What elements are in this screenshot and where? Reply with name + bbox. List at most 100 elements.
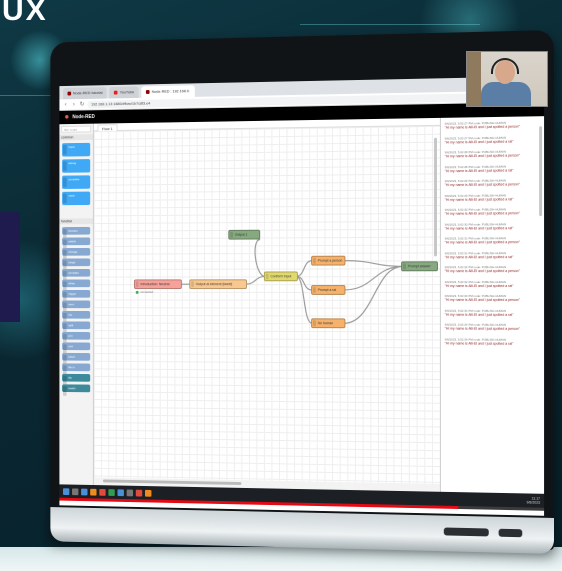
app-icon[interactable] (126, 489, 134, 496)
app-icon[interactable] (144, 489, 152, 497)
debug-message-text: "Hi my name is Alli-El and I just spotte… (444, 167, 514, 173)
debug-message[interactable]: 9/6/2023, 5:02:32 PM node: PUBLISH-HUMAN… (445, 280, 540, 289)
bg-circuit-line (300, 24, 480, 25)
flow-node-route-none[interactable]: No human (311, 318, 346, 329)
palette-node[interactable]: watch (62, 384, 91, 393)
debug-message-text: "Hi my name is Alli-El and I just spotte… (444, 326, 520, 331)
palette-node[interactable]: range (62, 258, 91, 267)
debug-message-text: "Hi my name is Alli-El and I just spotte… (444, 139, 514, 145)
palette-section-common[interactable]: common (59, 134, 93, 141)
palette-node[interactable]: split (62, 321, 91, 330)
palette-node[interactable]: switch (62, 237, 91, 246)
favicon-icon (67, 91, 72, 96)
flow-workspace[interactable]: Introduction: Neutral connected Output 1… (93, 125, 440, 484)
sidebar-scrollbar[interactable] (539, 126, 543, 217)
palette-node[interactable]: rbe (62, 310, 91, 319)
flow-node-debug[interactable]: Prompt answer (401, 261, 438, 272)
debug-message[interactable]: 9/6/2023, 5:02:28 PM node: PUBLISH-HUMAN… (445, 149, 540, 159)
debug-message[interactable]: 9/6/2023, 5:02:31 PM node: PUBLISH-HUMAN… (445, 236, 540, 245)
debug-message-text: "Hi my name is Alli-El and I just spotte… (444, 269, 520, 274)
palette-node[interactable]: debug (62, 159, 91, 173)
debug-message-text: "Hi my name is Alli-El and I just spotte… (444, 153, 520, 159)
browser-tab-active[interactable]: Node-RED : 192.168.0. (141, 85, 195, 98)
explorer-icon[interactable] (90, 488, 97, 496)
reload-icon[interactable]: ↻ (79, 101, 85, 108)
palette-node[interactable]: delay (62, 279, 91, 288)
debug-message[interactable]: 9/6/2023, 5:02:33 PM node: PUBLISH-HUMAN… (445, 308, 540, 317)
wire (255, 239, 265, 276)
brand-logo: UX (2, 0, 48, 27)
app-title: Node-RED (72, 114, 95, 121)
debug-message[interactable]: 9/6/2023, 5:02:33 PM node: PUBLISH-HUMAN… (445, 294, 540, 303)
palette-node[interactable]: file (62, 373, 91, 382)
forward-icon[interactable]: › (71, 102, 76, 108)
workspace-vertical-scrollbar[interactable] (434, 137, 437, 257)
palette-node[interactable]: exec (62, 300, 91, 309)
task-view-icon[interactable] (81, 488, 88, 495)
scrollbar-thumb[interactable] (102, 479, 242, 485)
taskbar-clock[interactable]: 11:17 9/6/2023 (526, 496, 541, 505)
debug-message-text: "Hi my name is Alli-El and I just spotte… (444, 312, 514, 317)
browser-tab[interactable]: Node-RED tutorial (63, 87, 107, 100)
node-label: Introduction: Neutral (140, 282, 170, 287)
debug-sidebar: 9/6/2023, 5:02:27 PM node: PUBLISH-HUMAN… (439, 116, 545, 494)
presenter-body (481, 82, 531, 106)
node-label: Prompt a person (317, 258, 343, 263)
debug-message-text: "Hi my name is Alli-El and I just spotte… (444, 297, 520, 302)
app-icon[interactable] (117, 488, 124, 496)
palette-node[interactable]: join (62, 331, 91, 340)
palette-node[interactable]: function (62, 226, 91, 235)
flow-node-output[interactable]: Output 1 (228, 229, 261, 240)
flow-node-function[interactable]: Output ai element (tweet) (189, 279, 248, 290)
browser-tab[interactable]: YouTube (109, 86, 139, 99)
palette-node[interactable]: change (62, 247, 91, 256)
windows-start-icon[interactable] (63, 487, 70, 495)
app-icon[interactable] (108, 488, 115, 496)
palette-node[interactable]: sort (62, 342, 91, 351)
debug-message[interactable]: 9/6/2023, 5:02:28 PM node: PUBLISH-HUMAN… (445, 164, 540, 174)
debug-message[interactable]: 9/6/2023, 5:02:29 PM node: PUBLISH-HUMAN… (445, 193, 540, 202)
laptop-screen: Node-RED tutorial YouTube Node-RED : 192… (59, 76, 545, 516)
laptop-vent (443, 527, 489, 537)
palette-node[interactable]: file in (62, 363, 91, 372)
palette-node[interactable]: template (62, 268, 91, 277)
debug-message[interactable]: 9/6/2023, 5:02:27 PM node: PUBLISH-HUMAN… (445, 135, 540, 145)
palette-search-input[interactable]: filter nodes (61, 125, 92, 133)
flow-node-switch[interactable]: Conform input (263, 271, 298, 282)
back-icon[interactable]: ‹ (63, 102, 68, 108)
youtube-icon (114, 90, 118, 95)
debug-message[interactable]: 9/6/2023, 5:02:30 PM node: PUBLISH-HUMAN… (445, 207, 540, 216)
debug-message-text: "Hi my name is Alli-El and I just spotte… (444, 225, 514, 231)
debug-message-text: "Hi my name is Alli-El and I just spotte… (444, 211, 520, 216)
debug-message-text: "Hi my name is Alli-El and I just spotte… (444, 254, 514, 259)
flow-node-inject[interactable]: Introduction: Neutral (133, 279, 182, 290)
debug-message[interactable]: 9/6/2023, 5:02:31 PM node: PUBLISH-HUMAN… (445, 251, 540, 260)
chrome-icon[interactable] (99, 488, 106, 496)
flow-node-route-rat[interactable]: Prompt a rat (311, 285, 346, 295)
debug-message[interactable]: 9/6/2023, 5:02:27 PM node: PUBLISH-HUMAN… (445, 120, 540, 130)
debug-message-text: "Hi my name is Alli-El and I just spotte… (444, 240, 520, 245)
debug-message[interactable]: 9/6/2023, 5:02:34 PM node: PUBLISH-HUMAN… (445, 323, 540, 332)
search-icon[interactable] (72, 487, 79, 495)
node-label: Output ai element (tweet) (195, 282, 233, 287)
wire (344, 266, 404, 290)
debug-message-text: "Hi my name is Alli-El and I just spotte… (444, 283, 514, 288)
palette-node[interactable]: complete (62, 175, 91, 189)
debug-message-list: 9/6/2023, 5:02:27 PM node: PUBLISH-HUMAN… (445, 120, 540, 346)
palette-node[interactable]: trigger (62, 290, 91, 298)
palette-node[interactable]: inject (62, 142, 91, 157)
tab-label: YouTube (119, 89, 135, 95)
palette-node[interactable]: batch (62, 352, 91, 361)
debug-message[interactable]: 9/6/2023, 5:02:29 PM node: PUBLISH-HUMAN… (445, 178, 540, 188)
clock-date: 9/6/2023 (526, 500, 541, 505)
debug-message[interactable]: 9/6/2023, 5:02:30 PM node: PUBLISH-HUMAN… (445, 222, 540, 231)
palette-section-function[interactable]: function (59, 218, 93, 225)
debug-message[interactable]: 9/6/2023, 5:02:32 PM node: PUBLISH-HUMAN… (445, 265, 540, 274)
debug-message[interactable]: 9/6/2023, 5:02:34 PM node: PUBLISH-HUMAN… (445, 337, 540, 346)
app-icon[interactable] (135, 489, 143, 497)
flow-wires (94, 126, 440, 484)
wire (296, 261, 312, 277)
flow-node-route-person[interactable]: Prompt a person (311, 255, 346, 266)
palette-node[interactable]: catch (62, 191, 91, 206)
wire (344, 266, 404, 323)
